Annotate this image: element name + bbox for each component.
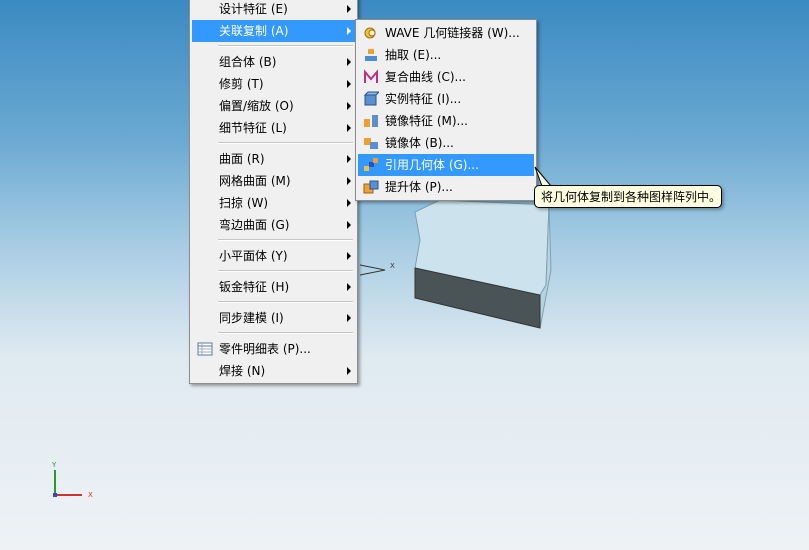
composite-curve-icon <box>364 69 378 83</box>
menu-item-synchronous-modeling[interactable]: 同步建模 (I) <box>192 307 355 329</box>
insert-menu: 设计特征 (E) 关联复制 (A) 组合体 (B) 修剪 (T) 偏置/缩放 (… <box>189 0 358 384</box>
submenu-arrow-icon <box>347 124 351 132</box>
menu-item-sheet-metal[interactable]: 钣金特征 (H) <box>192 276 355 298</box>
menu-separator <box>218 142 353 144</box>
submenu-arrow-icon <box>347 155 351 163</box>
submenu-item-label: 镜像体 (B)... <box>385 136 454 150</box>
submenu-item-mirror-feature[interactable]: 镜像特征 (M)... <box>358 110 534 132</box>
tooltip: 将几何体复制到各种图样阵列中。 <box>534 185 722 208</box>
x-axis-label: X <box>88 491 93 499</box>
menu-item-label: 偏置/缩放 (O) <box>219 99 294 113</box>
menu-item-associative-copy[interactable]: 关联复制 (A) <box>192 20 355 42</box>
submenu-item-label: 提升体 (P)... <box>385 180 453 194</box>
tooltip-text: 将几何体复制到各种图样阵列中。 <box>541 190 722 204</box>
associative-copy-submenu: WAVE 几何链接器 (W)... 抽取 (E)... 复合曲线 (C)... … <box>355 19 537 201</box>
submenu-item-label: 镜像特征 (M)... <box>385 114 468 128</box>
y-axis-label: Y <box>52 461 57 469</box>
menu-separator <box>218 270 353 272</box>
submenu-item-label: WAVE 几何链接器 (W)... <box>385 26 520 40</box>
menu-item-surface[interactable]: 曲面 (R) <box>192 148 355 170</box>
submenu-arrow-icon <box>347 367 351 375</box>
triad-x-label: X <box>390 262 395 270</box>
menu-item-label: 同步建模 (I) <box>219 311 284 325</box>
menu-item-parts-list[interactable]: 零件明细表 (P)... <box>192 338 355 360</box>
menu-item-label: 修剪 (T) <box>219 77 264 91</box>
mirror-body-icon <box>364 138 378 149</box>
menu-item-label: 小平面体 (Y) <box>219 249 288 263</box>
submenu-item-label: 抽取 (E)... <box>385 48 442 62</box>
menu-item-label: 扫掠 (W) <box>219 196 269 210</box>
extract-icon <box>365 49 377 61</box>
submenu-item-composite-curve[interactable]: 复合曲线 (C)... <box>358 66 534 88</box>
menu-item-combine[interactable]: 组合体 (B) <box>192 51 355 73</box>
menu-item-weld[interactable]: 焊接 (N) <box>192 360 355 382</box>
menu-item-label: 设计特征 (E) <box>219 2 288 16</box>
submenu-item-wave-linker[interactable]: WAVE 几何链接器 (W)... <box>358 22 534 44</box>
menu-item-label: 钣金特征 (H) <box>219 280 290 294</box>
promote-body-icon <box>363 180 379 194</box>
submenu-arrow-icon <box>347 199 351 207</box>
menu-item-detail-feature[interactable]: 细节特征 (L) <box>192 117 355 139</box>
submenu-arrow-icon <box>347 314 351 322</box>
menu-item-label: 组合体 (B) <box>219 55 277 69</box>
menu-item-label: 细节特征 (L) <box>219 121 287 135</box>
instance-feature-icon <box>363 91 379 106</box>
menu-item-mesh-surface[interactable]: 网格曲面 (M) <box>192 170 355 192</box>
mirror-feature-icon <box>364 115 378 127</box>
submenu-item-promote-body[interactable]: 提升体 (P)... <box>358 176 534 198</box>
submenu-arrow-icon <box>347 252 351 260</box>
menu-item-facet-body[interactable]: 小平面体 (Y) <box>192 245 355 267</box>
menu-item-flange-surface[interactable]: 弯边曲面 (G) <box>192 214 355 236</box>
menu-item-sweep[interactable]: 扫掠 (W) <box>192 192 355 214</box>
submenu-arrow-icon <box>347 102 351 110</box>
menu-item-label: 网格曲面 (M) <box>219 174 291 188</box>
menu-item-trim[interactable]: 修剪 (T) <box>192 73 355 95</box>
submenu-item-instance-feature[interactable]: 实例特征 (I)... <box>358 88 534 110</box>
wave-link-icon <box>364 27 376 39</box>
submenu-item-label: 引用几何体 (G)... <box>385 158 479 172</box>
menu-item-offset-scale[interactable]: 偏置/缩放 (O) <box>192 95 355 117</box>
submenu-item-instance-geometry[interactable]: 引用几何体 (G)... <box>358 154 534 176</box>
submenu-arrow-icon <box>347 283 351 291</box>
menu-item-label: 关联复制 (A) <box>219 24 289 38</box>
submenu-arrow-icon <box>347 80 351 88</box>
menu-item-label: 零件明细表 (P)... <box>219 342 311 356</box>
triad-lines <box>359 264 386 276</box>
menu-item-label: 焊接 (N) <box>219 364 266 378</box>
submenu-arrow-icon <box>347 221 351 229</box>
menu-item-design-feature[interactable]: 设计特征 (E) <box>192 0 355 20</box>
parts-list-icon <box>197 342 213 356</box>
menu-separator <box>218 332 353 334</box>
instance-geometry-icon <box>364 158 378 171</box>
submenu-item-label: 实例特征 (I)... <box>385 92 462 106</box>
submenu-arrow-icon <box>347 5 351 13</box>
submenu-item-extract[interactable]: 抽取 (E)... <box>358 44 534 66</box>
menu-item-label: 曲面 (R) <box>219 152 265 166</box>
menu-separator <box>218 239 353 241</box>
menu-separator <box>218 301 353 303</box>
menu-item-label: 弯边曲面 (G) <box>219 218 290 232</box>
submenu-item-label: 复合曲线 (C)... <box>385 70 467 84</box>
submenu-arrow-icon <box>347 58 351 66</box>
submenu-item-mirror-body[interactable]: 镜像体 (B)... <box>358 132 534 154</box>
submenu-arrow-icon <box>347 177 351 185</box>
menu-separator <box>218 45 353 47</box>
submenu-arrow-icon <box>347 27 351 35</box>
